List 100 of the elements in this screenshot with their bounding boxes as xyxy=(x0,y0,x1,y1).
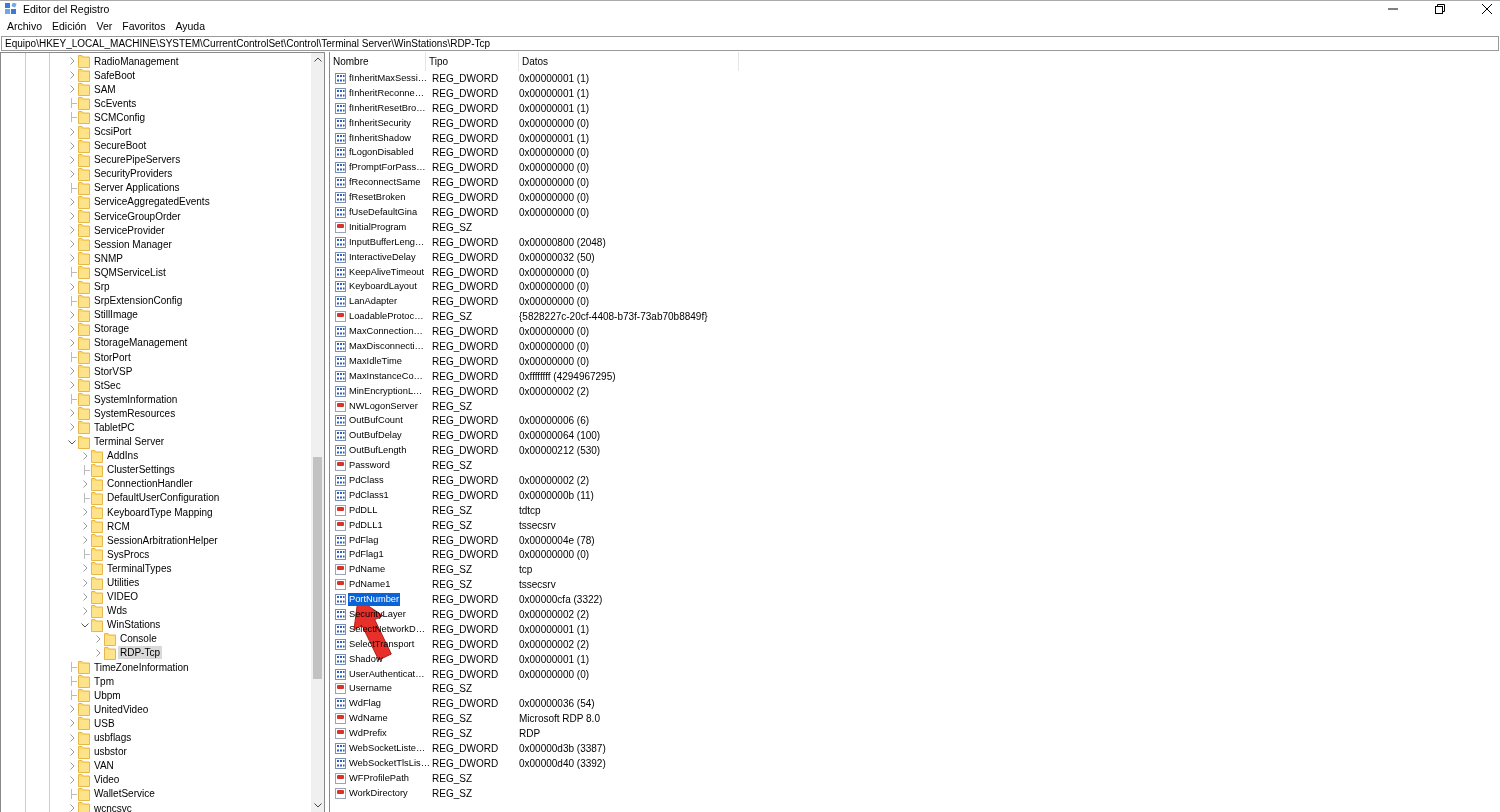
tree-item[interactable]: USB xyxy=(92,716,117,730)
tree-item[interactable]: WinStations xyxy=(105,618,163,632)
value-name[interactable]: WebSocketTlsLis… xyxy=(348,756,431,770)
value-name[interactable]: NWLogonServer xyxy=(348,399,419,413)
value-name[interactable]: MaxInstanceCo… xyxy=(348,369,424,383)
value-name[interactable]: fInheritSecurity xyxy=(348,116,412,130)
value-name[interactable]: PdDLL1 xyxy=(348,518,384,532)
tree-item[interactable]: StorPort xyxy=(92,350,133,364)
tree-item[interactable]: DefaultUserConfiguration xyxy=(105,491,222,505)
tree-item[interactable]: ServiceGroupOrder xyxy=(92,209,183,223)
value-name[interactable]: fPromptForPass… xyxy=(348,161,427,175)
tree-item[interactable]: KeyboardType Mapping xyxy=(105,505,215,519)
value-name[interactable]: InitialProgram xyxy=(348,220,408,234)
tree-item[interactable]: ServiceAggregatedEvents xyxy=(92,195,212,209)
column-header[interactable]: Tipo xyxy=(426,52,519,71)
value-name[interactable]: fInheritResetBro… xyxy=(348,101,427,115)
tree-item[interactable]: SystemResources xyxy=(92,406,178,420)
value-name[interactable]: Password xyxy=(348,459,391,473)
menu-item[interactable]: Archivo xyxy=(2,19,47,32)
tree-item[interactable]: RDP-Tcp xyxy=(118,646,162,660)
value-name[interactable]: WebSocketListe… xyxy=(348,742,427,755)
value-name[interactable]: MaxDisconnecti… xyxy=(348,339,425,353)
value-name[interactable]: fReconnectSame xyxy=(348,176,422,190)
tree-item[interactable]: ServiceProvider xyxy=(92,223,167,237)
tree-item[interactable]: VAN xyxy=(92,759,116,773)
column-header[interactable]: Nombre xyxy=(332,52,426,71)
tree-item[interactable]: SAM xyxy=(92,82,118,96)
tree-item[interactable]: SecurePipeServers xyxy=(92,153,183,167)
value-name[interactable]: OutBufDelay xyxy=(348,429,403,443)
value-name[interactable]: fUseDefaultGina xyxy=(348,205,419,219)
tree-item[interactable]: SQMServiceList xyxy=(92,265,168,279)
tree-item[interactable]: wcncsvc xyxy=(92,801,134,812)
value-name[interactable]: Shadow xyxy=(348,652,384,666)
tree-item[interactable]: SecureBoot xyxy=(92,139,149,153)
tree-item[interactable]: ClusterSettings xyxy=(105,463,177,477)
value-name[interactable]: KeyboardLayout xyxy=(348,280,418,294)
value-name[interactable]: PdFlag1 xyxy=(348,548,385,562)
value-name[interactable]: PdName xyxy=(348,563,387,577)
value-name[interactable]: MaxIdleTime xyxy=(348,354,403,368)
value-name[interactable]: PdDLL xyxy=(348,503,379,517)
tree-item[interactable]: ConnectionHandler xyxy=(105,477,195,491)
tree-item[interactable]: usbstor xyxy=(92,745,129,759)
tree-item[interactable]: Storage xyxy=(92,322,132,336)
value-name[interactable]: Username xyxy=(348,682,393,696)
tree-item[interactable]: Console xyxy=(118,632,159,646)
tree-item[interactable]: SNMP xyxy=(92,251,125,265)
tree-item[interactable]: Srp xyxy=(92,280,112,294)
value-name[interactable]: InteractiveDelay xyxy=(348,250,417,264)
tree-item[interactable]: AddIns xyxy=(105,449,141,463)
value-name[interactable]: PdName1 xyxy=(348,578,392,592)
value-name[interactable]: fLogonDisabled xyxy=(348,146,415,160)
value-name[interactable]: LoadableProtoc… xyxy=(348,310,425,324)
value-name[interactable]: LanAdapter xyxy=(348,295,399,309)
tree-item[interactable]: Tpm xyxy=(92,674,116,688)
tree-item[interactable]: Ubpm xyxy=(92,688,123,702)
tree-item[interactable]: TimeZoneInformation xyxy=(92,660,191,674)
value-name[interactable]: WFProfilePath xyxy=(348,771,410,785)
value-name[interactable]: InputBufferLeng… xyxy=(348,235,426,249)
value-name[interactable]: PortNumber xyxy=(348,593,401,607)
tree-item[interactable]: usbflags xyxy=(92,731,134,745)
tree-item[interactable]: WalletService xyxy=(92,787,157,801)
column-header[interactable]: Datos xyxy=(519,52,739,71)
tree-item[interactable]: RCM xyxy=(105,519,132,533)
tree-item[interactable]: SCMConfig xyxy=(92,110,148,124)
value-name[interactable]: WdName xyxy=(348,712,389,726)
tree-item[interactable]: TabletPC xyxy=(92,421,137,434)
value-name[interactable]: MaxConnection… xyxy=(348,325,424,339)
value-name[interactable]: PdClass1 xyxy=(348,488,390,502)
tree-item[interactable]: Terminal Server xyxy=(92,435,167,449)
tree-item[interactable]: StillImage xyxy=(92,308,140,322)
menu-item[interactable]: Favoritos xyxy=(117,19,171,32)
value-name[interactable]: PdFlag xyxy=(348,533,380,547)
tree-item[interactable]: SystemInformation xyxy=(92,392,180,406)
value-name[interactable]: MinEncryptionL… xyxy=(348,384,424,398)
value-name[interactable]: UserAuthenticat… xyxy=(348,667,426,681)
tree-item[interactable]: SessionArbitrationHelper xyxy=(105,533,220,547)
tree-item[interactable]: ScsiPort xyxy=(92,125,134,138)
value-name[interactable]: PdClass xyxy=(348,474,385,487)
tree-item[interactable]: Server Applications xyxy=(92,181,182,195)
value-name[interactable]: OutBufLength xyxy=(348,444,408,458)
value-name[interactable]: fInheritMaxSessi… xyxy=(348,71,429,85)
value-name[interactable]: fInheritShadow xyxy=(348,131,413,145)
tree-item[interactable]: TerminalTypes xyxy=(105,561,174,575)
value-name[interactable]: WdFlag xyxy=(348,697,383,711)
value-name[interactable]: WorkDirectory xyxy=(348,786,409,800)
value-name[interactable]: fResetBroken xyxy=(348,191,407,205)
tree-item[interactable]: UnitedVideo xyxy=(92,702,151,716)
tree-item[interactable]: ScEvents xyxy=(92,96,139,110)
tree-item[interactable]: SecurityProviders xyxy=(92,167,175,181)
tree-item[interactable]: RadioManagement xyxy=(92,54,181,68)
value-name[interactable]: WdPrefix xyxy=(348,727,388,741)
tree-item[interactable]: StSec xyxy=(92,378,123,392)
tree-item[interactable]: Wds xyxy=(105,604,129,618)
tree-item[interactable]: StorageManagement xyxy=(92,336,190,350)
tree-item[interactable]: Video xyxy=(92,773,122,787)
menu-item[interactable]: Ver xyxy=(91,19,118,32)
value-name[interactable]: fInheritReconne… xyxy=(348,86,425,100)
address-field[interactable]: Equipo\HKEY_LOCAL_MACHINE\SYSTEM\CurrentControlSet\Control\Terminal Server\WinStations\RDP-Tcp xyxy=(1,36,1499,51)
tree-item[interactable]: StorVSP xyxy=(92,364,135,378)
value-name[interactable]: OutBufCount xyxy=(348,414,404,428)
